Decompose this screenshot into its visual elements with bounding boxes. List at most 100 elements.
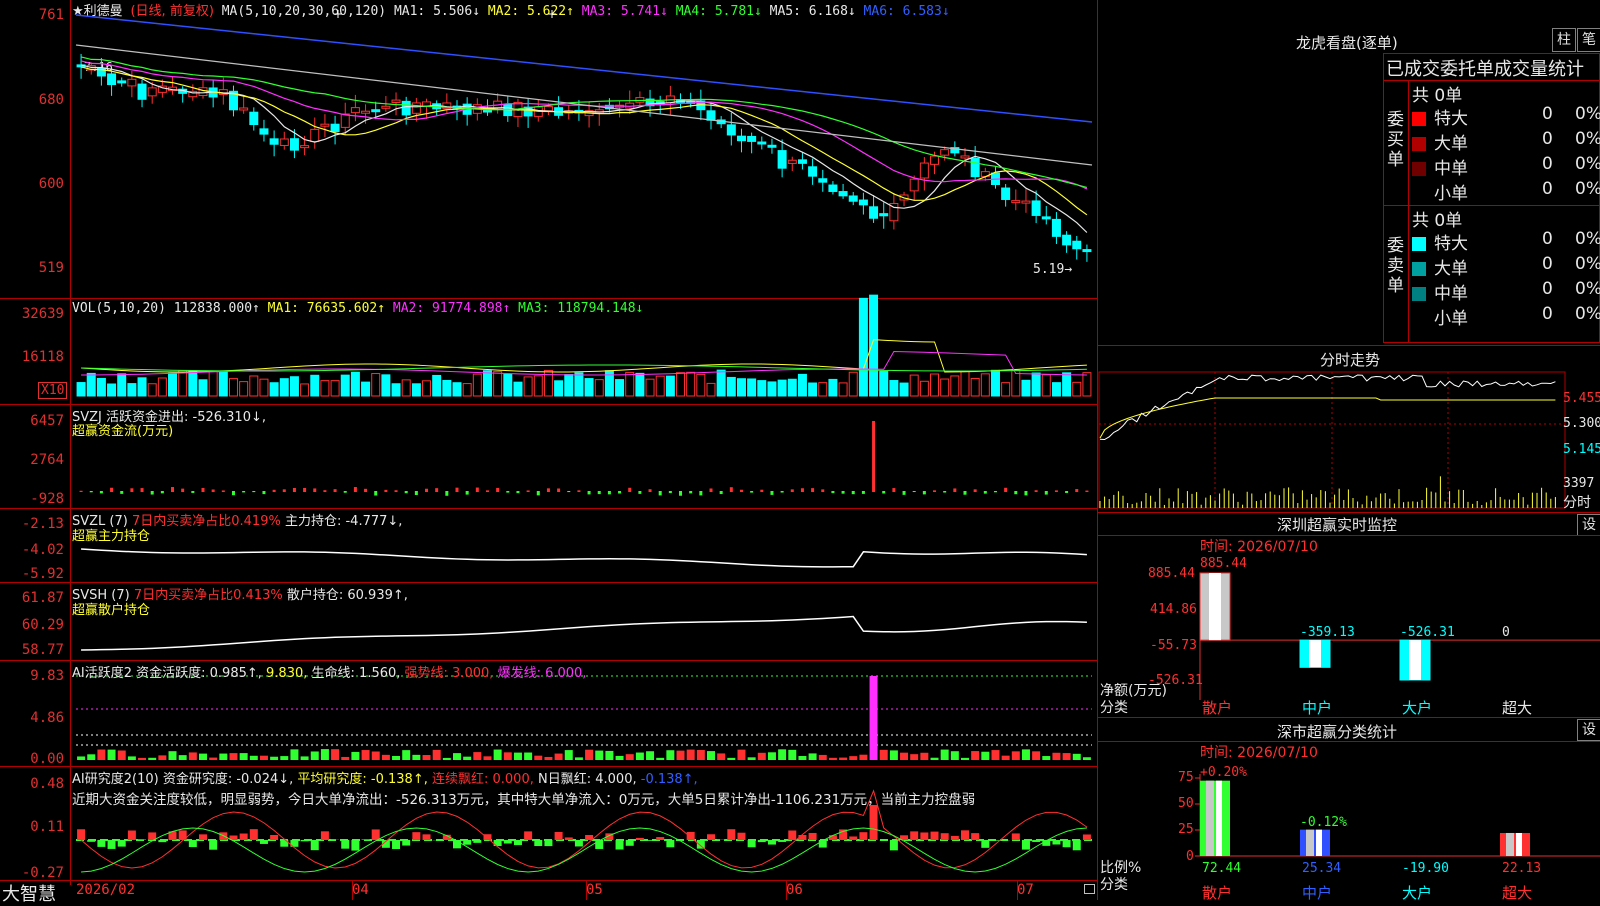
fund-flow-bar — [649, 489, 652, 492]
fund-flow-bar — [303, 488, 306, 492]
settings-button[interactable]: 设 — [1577, 719, 1600, 741]
fund-flow-bar — [273, 490, 276, 492]
volume-bar — [97, 378, 105, 396]
sz-monitor-time: 时间: 2026/07/10 — [1200, 536, 1318, 556]
volume-bar — [483, 371, 491, 396]
volume-bar — [646, 379, 654, 396]
vol-header: VOL(5,10,20) 112838.000↑ MA1: 76635.602↑… — [72, 301, 643, 316]
fund-flow-bar — [547, 488, 550, 492]
fund-flow-bar — [405, 491, 408, 493]
fund-flow-bar — [80, 491, 83, 492]
fund-flow-bar — [618, 491, 621, 494]
activity-bar — [870, 676, 878, 760]
settings-button[interactable]: 设 — [1577, 514, 1600, 536]
activity-bar — [402, 750, 410, 760]
volume-bar — [575, 373, 583, 396]
sz-value-label: -526.31 — [1400, 625, 1455, 640]
fund-flow-bar — [679, 491, 682, 496]
fund-flow-bar — [354, 487, 357, 492]
volume-bar — [697, 374, 705, 396]
svzl-label-b: 7日内买卖净占比0.419% — [132, 514, 281, 529]
volume-bar — [707, 383, 715, 396]
candle-body — [809, 167, 817, 176]
candle-body — [941, 150, 949, 156]
volume-bar — [169, 373, 177, 396]
research-bar — [473, 840, 481, 843]
activity-bar — [961, 758, 969, 760]
pen-mode-button[interactable]: 笔 — [1577, 28, 1600, 52]
class-value-label: -19.90 — [1402, 861, 1449, 876]
vol-value: 112838.000↑ — [174, 301, 260, 316]
color-swatch — [1412, 137, 1426, 151]
candle-body — [280, 139, 288, 145]
volume-bar — [798, 374, 806, 396]
research-bar — [1012, 833, 1020, 840]
activity-bar — [565, 750, 573, 760]
app-name: 大智慧 — [2, 880, 56, 906]
activity-bar — [483, 756, 491, 760]
divider — [1097, 512, 1600, 513]
vol-unit-badge: X10 — [38, 382, 67, 399]
svsh-label-b: 7日内买卖净占比0.413% — [134, 588, 283, 603]
volume-bar — [920, 381, 928, 396]
activity-bar — [575, 757, 583, 760]
volume-bar — [636, 373, 644, 396]
fund-flow-bar — [171, 487, 174, 492]
fund-flow-bar — [872, 421, 875, 492]
intraday-vol-label: 3397 — [1563, 476, 1594, 491]
volume-bar — [270, 383, 278, 396]
sell-row-0: 特大 — [1412, 229, 1468, 254]
bar-mode-button[interactable]: 柱 — [1552, 28, 1576, 52]
activity-bar — [524, 753, 532, 760]
activity-bar — [931, 758, 939, 760]
fund-flow-bar — [892, 488, 895, 492]
row-pct: 0% — [1575, 179, 1600, 199]
research-bar — [128, 831, 136, 840]
activity-bar — [504, 752, 512, 760]
research-bar — [595, 840, 603, 849]
candle-body — [819, 179, 827, 182]
class-change-label: +0.20% — [1200, 765, 1247, 780]
candle-body — [1073, 241, 1081, 249]
fund-flow-bar — [334, 489, 337, 492]
fund-flow-bar — [181, 489, 184, 492]
volume-bar — [748, 379, 756, 396]
ma2-line — [81, 67, 1087, 215]
volume-bar — [768, 382, 776, 396]
research-bar — [504, 840, 512, 844]
lock-icon[interactable] — [1084, 884, 1095, 894]
research-bar — [372, 829, 380, 840]
activity-bar — [717, 753, 725, 760]
activity-bar — [433, 750, 441, 760]
volume-bar — [1022, 380, 1030, 396]
activity-bar — [626, 754, 634, 760]
activity-bar — [138, 758, 146, 760]
fund-flow-bar — [1035, 490, 1038, 492]
row-pct: 0% — [1575, 229, 1600, 249]
activity-bar — [372, 751, 380, 760]
price-chart-canvas[interactable] — [0, 0, 1600, 900]
x-axis-label: 07 — [1017, 882, 1034, 898]
candle-body — [321, 124, 329, 126]
volume-bar — [900, 383, 908, 396]
fund-flow-bar — [445, 491, 448, 496]
research-bar — [240, 834, 248, 840]
row-pct: 0% — [1575, 304, 1600, 324]
ai-research-note: 近期大资金关注度较低，明显弱势，今日大单净流出：-526.313万元，其中特大单… — [72, 788, 975, 808]
research-bar — [575, 840, 583, 846]
activity-bar — [219, 754, 227, 760]
volume-bar — [301, 384, 309, 396]
volume-bar — [1042, 375, 1050, 396]
volume-bar — [382, 375, 390, 396]
candle-body — [798, 160, 806, 164]
fund-flow-bar — [486, 490, 489, 492]
fund-flow-bar — [669, 491, 672, 493]
volume-bar — [991, 370, 999, 396]
fund-flow-bar — [516, 491, 519, 493]
fund-flow-bar — [374, 491, 377, 496]
activity-bar — [544, 757, 552, 760]
activity-bar — [555, 754, 563, 760]
intraday-unit: 分时 — [1563, 492, 1591, 512]
candle-body — [931, 156, 939, 164]
candle-body — [290, 139, 298, 150]
